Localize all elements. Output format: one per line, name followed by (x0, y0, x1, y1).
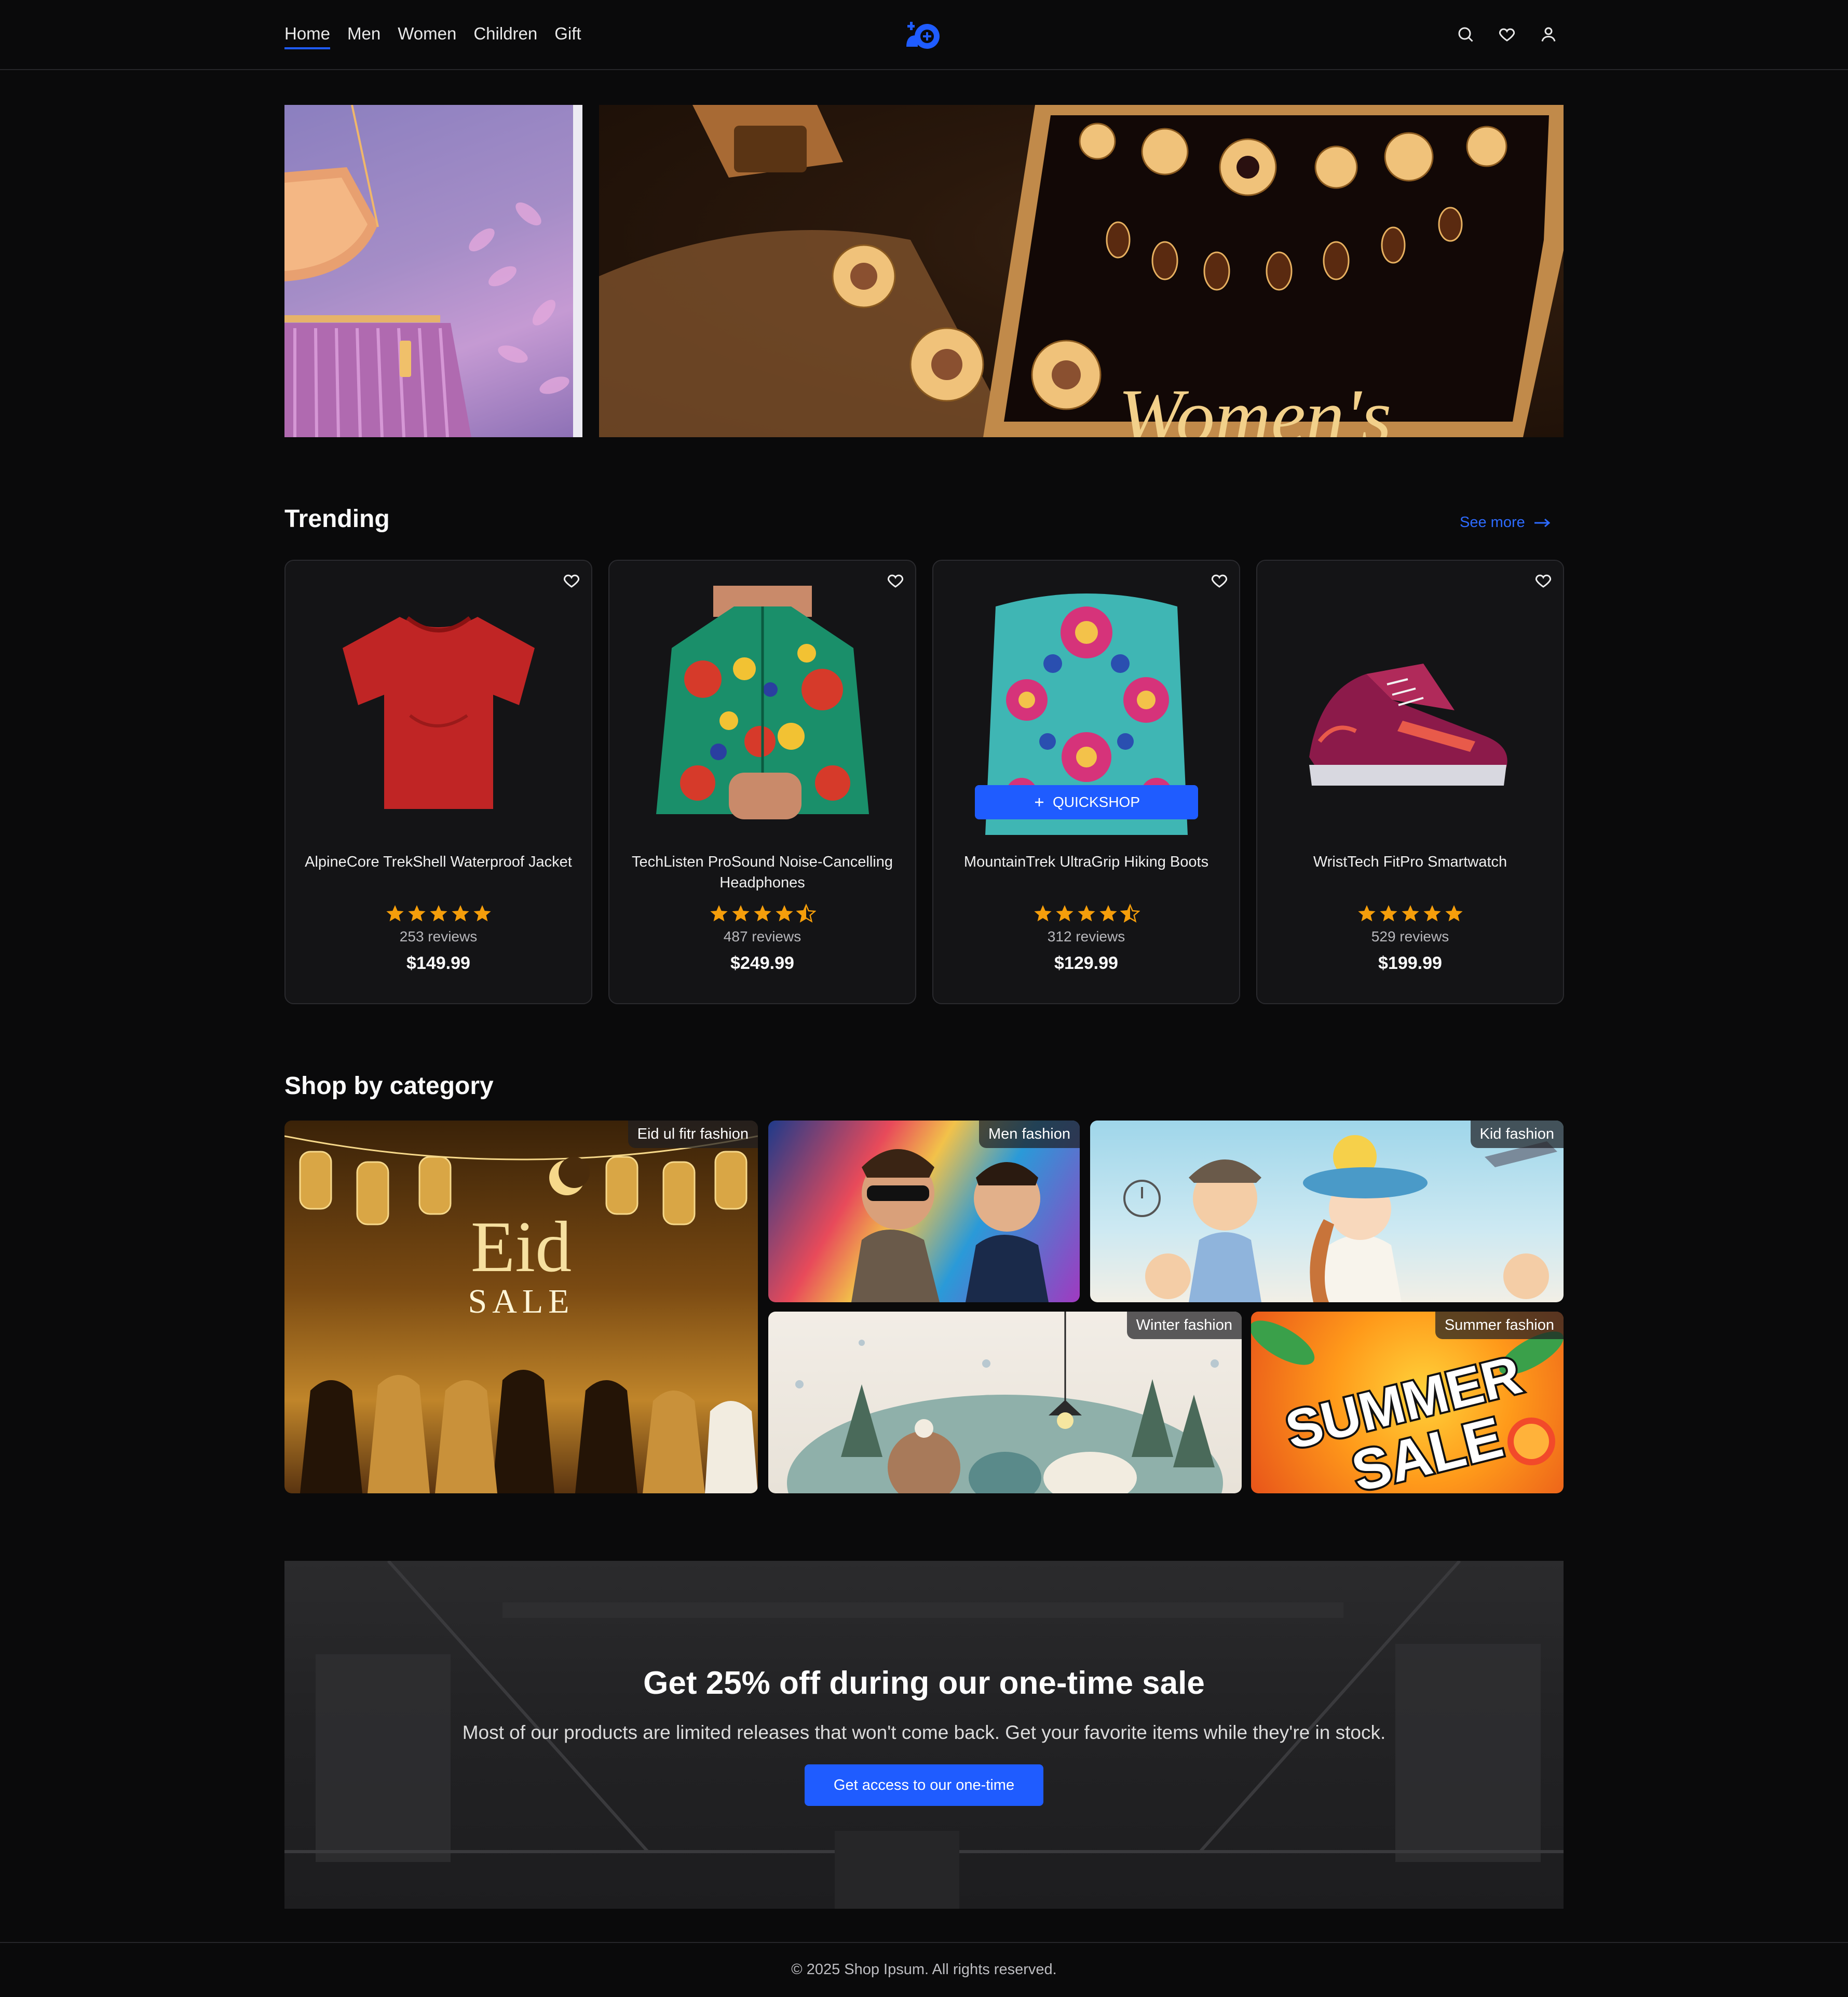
wishlist-heart-icon[interactable] (886, 571, 905, 590)
star-full-icon (1401, 905, 1419, 922)
star-full-icon (473, 905, 491, 922)
nav-item-home[interactable]: Home (284, 23, 331, 49)
product-card[interactable]: QUICKSHOP MountainTrek UltraGrip Hiking … (932, 560, 1240, 1004)
star-rating (1257, 903, 1563, 923)
category-tile-men[interactable]: Men fashion (768, 1121, 1080, 1302)
star-full-icon (407, 905, 426, 922)
review-count: 529 reviews (1371, 928, 1449, 944)
star-full-icon (451, 905, 469, 922)
product-title[interactable]: TechListen ProSound Noise-Cancelling Hea… (620, 852, 905, 893)
main-nav: Home Men Women Children Gift (284, 23, 581, 49)
star-full-icon (775, 905, 793, 922)
see-more-link[interactable]: See more (1460, 514, 1551, 531)
product-card[interactable]: TechListen ProSound Noise-Cancelling Hea… (608, 560, 916, 1004)
eid-art-title: Eid (471, 1207, 572, 1287)
star-full-icon (753, 905, 771, 922)
category-label-eid: Eid ul fitr fashion (628, 1121, 758, 1148)
star-full-icon (1034, 905, 1052, 922)
nav-item-children[interactable]: Children (473, 23, 537, 49)
product-image[interactable] (317, 586, 561, 835)
category-tile-winter[interactable]: Winter fashion (768, 1312, 1242, 1493)
wishlist-heart-icon[interactable] (1534, 571, 1553, 590)
product-price: $129.99 (1054, 953, 1118, 973)
nav-item-gift[interactable]: Gift (554, 23, 581, 49)
category-label-kid: Kid fashion (1470, 1121, 1564, 1148)
review-count: 253 reviews (399, 928, 478, 944)
star-full-icon (710, 905, 728, 922)
header-actions (1456, 25, 1558, 44)
heart-icon[interactable] (1498, 25, 1516, 44)
star-full-icon (1423, 905, 1441, 922)
quickshop-button[interactable]: QUICKSHOP (975, 785, 1198, 819)
hero-slide-previous[interactable] (284, 105, 582, 437)
eid-sale-artwork: Eid SALE (284, 1135, 758, 1493)
star-rating (609, 903, 915, 923)
star-full-icon (1445, 905, 1463, 922)
product-image[interactable] (641, 586, 885, 835)
review-count: 312 reviews (1047, 928, 1125, 944)
category-tile-eid[interactable]: Eid SALE Eid ul fitr fashion (284, 1121, 758, 1493)
star-full-icon (1099, 905, 1117, 922)
product-title[interactable]: AlpineCore TrekShell Waterproof Jacket (296, 852, 581, 872)
see-more-label: See more (1460, 514, 1525, 531)
nav-item-women[interactable]: Women (398, 23, 456, 49)
hero-fashion-illustration (284, 105, 582, 437)
promo-title: Get 25% off during our one-time sale (643, 1665, 1205, 1701)
trending-heading: Trending (284, 505, 390, 533)
category-label-summer: Summer fashion (1435, 1312, 1564, 1339)
hero-slide-womens-jewelry[interactable]: Women's (599, 105, 1564, 437)
hero-banner-text: Women's (1118, 373, 1392, 437)
star-full-icon (1077, 905, 1095, 922)
plus-icon (1035, 798, 1043, 806)
star-full-icon (1357, 905, 1376, 922)
star-full-icon (429, 905, 447, 922)
brand-logo-icon[interactable] (904, 20, 943, 50)
eid-art-subtitle: SALE (468, 1283, 575, 1320)
nav-item-men[interactable]: Men (347, 23, 381, 49)
star-half-icon (1120, 903, 1140, 923)
wishlist-heart-icon[interactable] (562, 571, 581, 590)
user-icon[interactable] (1539, 25, 1558, 44)
star-rating (286, 903, 591, 923)
quickshop-label: QUICKSHOP (1052, 794, 1140, 810)
promo-banner: Get 25% off during our one-time sale Mos… (284, 1561, 1564, 1909)
product-price: $249.99 (730, 953, 794, 973)
patterned-shirt-image (656, 586, 869, 819)
product-card[interactable]: WristTech FitPro Smartwatch 529 reviews … (1256, 560, 1564, 1004)
product-image[interactable] (1288, 586, 1532, 835)
product-price: $149.99 (406, 953, 470, 973)
category-heading: Shop by category (284, 1072, 494, 1100)
hero-jewelry-illustration: Women's (599, 105, 1564, 437)
star-half-icon (796, 903, 816, 923)
wishlist-heart-icon[interactable] (1210, 571, 1229, 590)
star-full-icon (1055, 905, 1074, 922)
sneaker-image (1309, 664, 1507, 786)
arrow-right-icon (1534, 518, 1551, 527)
product-title[interactable]: MountainTrek UltraGrip Hiking Boots (944, 852, 1229, 872)
promo-description: Most of our products are limited release… (462, 1722, 1386, 1743)
footer: © 2025 Shop Ipsum. All rights reserved. (0, 1942, 1848, 1997)
copyright-text: © 2025 Shop Ipsum. All rights reserved. (791, 1961, 1057, 1978)
product-price: $199.99 (1378, 953, 1442, 973)
category-tile-kid[interactable]: Kid fashion (1090, 1121, 1564, 1302)
product-card[interactable]: AlpineCore TrekShell Waterproof Jacket 2… (284, 560, 592, 1004)
top-navigation-bar: Home Men Women Children Gift (0, 0, 1848, 70)
category-tile-summer[interactable]: SUMMER SALE Summer fashion (1251, 1312, 1564, 1493)
category-label-men: Men fashion (979, 1121, 1080, 1148)
promo-cta-button[interactable]: Get access to our one-time (805, 1764, 1043, 1806)
search-icon[interactable] (1456, 25, 1475, 44)
star-full-icon (731, 905, 750, 922)
category-label-winter: Winter fashion (1126, 1312, 1242, 1339)
product-title[interactable]: WristTech FitPro Smartwatch (1268, 852, 1553, 872)
star-rating (933, 903, 1239, 923)
review-count: 487 reviews (723, 928, 801, 944)
red-tshirt-image (343, 616, 535, 809)
star-full-icon (1379, 905, 1397, 922)
star-full-icon (386, 905, 404, 922)
